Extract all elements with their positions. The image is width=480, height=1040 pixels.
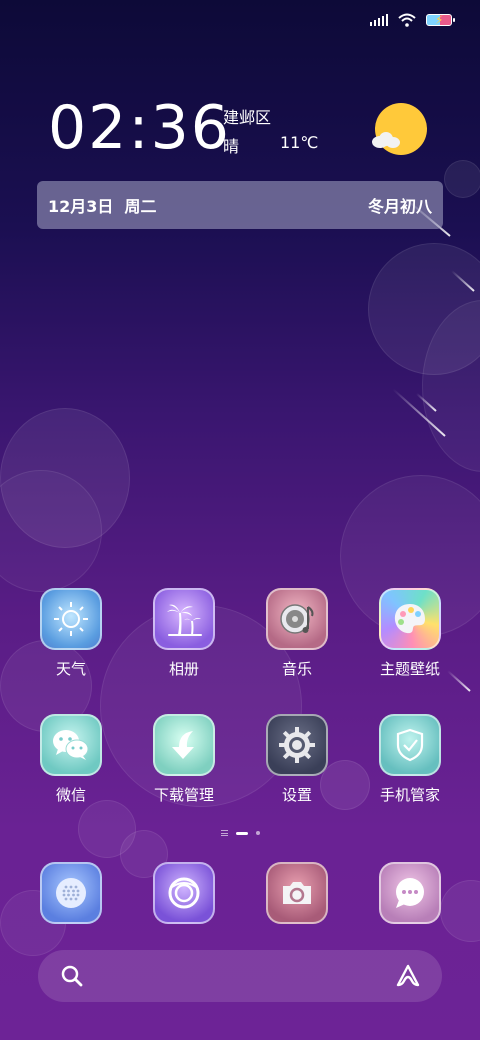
page-indicator[interactable]	[0, 830, 480, 836]
shield-check-icon	[379, 714, 441, 776]
weather-condition: 晴	[223, 137, 240, 156]
app-label: 主题壁纸	[379, 660, 440, 678]
weather-sun-icon	[40, 588, 102, 650]
palette-icon	[379, 588, 441, 650]
app-label: 相册	[168, 660, 199, 678]
app-label: 微信	[55, 786, 86, 804]
dialer-icon	[40, 862, 102, 924]
browser-icon	[153, 862, 215, 924]
app-label: 设置	[281, 786, 312, 804]
page-dot	[255, 831, 260, 835]
wechat-icon	[40, 714, 102, 776]
app-label: 天气	[55, 660, 86, 678]
app-settings[interactable]: 设置	[254, 714, 340, 805]
app-wechat[interactable]: 微信	[28, 714, 114, 805]
status-bar: ⚡	[370, 10, 455, 30]
dock-camera[interactable]	[254, 862, 340, 924]
app-gallery[interactable]: 相册	[141, 588, 227, 679]
wifi-icon	[398, 13, 416, 27]
clock-time[interactable]: 02:36	[48, 92, 231, 164]
app-label: 音乐	[281, 660, 312, 678]
assistant-icon[interactable]	[394, 962, 422, 990]
weather-temperature: 11℃	[280, 133, 319, 152]
app-label: 下载管理	[153, 786, 214, 804]
messages-icon	[379, 862, 441, 924]
date-bar[interactable]: 12月3日 周二 冬月初八	[37, 181, 443, 229]
music-disc-icon	[266, 588, 328, 650]
camera-icon	[266, 862, 328, 924]
dock-browser[interactable]	[141, 862, 227, 924]
app-phone-manager[interactable]: 手机管家	[367, 714, 453, 805]
gear-icon	[266, 714, 328, 776]
search-bar[interactable]	[38, 950, 442, 1002]
lunar-date: 冬月初八	[367, 197, 432, 216]
app-label: 手机管家	[379, 786, 440, 804]
date-text: 12月3日 周二	[48, 197, 157, 216]
search-icon[interactable]	[60, 964, 84, 988]
app-music[interactable]: 音乐	[254, 588, 340, 679]
dock-dialer[interactable]	[28, 862, 114, 924]
weather-location[interactable]: 建邺区	[223, 104, 271, 128]
app-themes[interactable]: 主题壁纸	[367, 588, 453, 679]
download-arrow-icon	[153, 714, 215, 776]
dock-messages[interactable]	[367, 862, 453, 924]
page-dot-active	[235, 831, 248, 835]
palm-tree-icon	[153, 588, 215, 650]
app-weather[interactable]: 天气	[28, 588, 114, 679]
signal-icon	[370, 14, 388, 26]
battery-charging-icon: ⚡	[426, 13, 455, 27]
page-dot-menu	[220, 830, 228, 836]
app-downloads[interactable]: 下载管理	[141, 714, 227, 805]
